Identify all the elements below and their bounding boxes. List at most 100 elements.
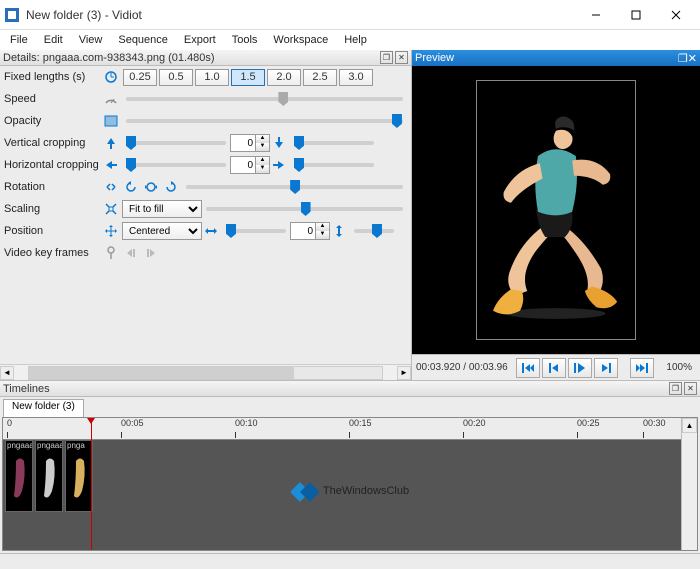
rotate-180-icon[interactable]: [142, 178, 160, 196]
rotate-cw-icon[interactable]: [162, 178, 180, 196]
ruler-tick: 0: [7, 418, 12, 428]
menu-export[interactable]: Export: [176, 32, 224, 48]
hcrop-right-icon[interactable]: [270, 156, 288, 174]
runner-image: [476, 93, 636, 327]
hcrop-left-slider[interactable]: [126, 163, 226, 167]
clip[interactable]: pngaaa: [35, 440, 63, 512]
hcrop-label: Horizontal cropping: [4, 159, 102, 171]
play-button[interactable]: [568, 358, 592, 378]
scroll-left-icon[interactable]: ◄: [0, 366, 14, 380]
position-input[interactable]: [291, 223, 315, 239]
playhead[interactable]: [91, 418, 92, 550]
vcrop-top-icon[interactable]: [102, 134, 120, 152]
opacity-label: Opacity: [4, 115, 102, 127]
position-spin[interactable]: ▲▼: [290, 222, 330, 240]
preview-panel: Preview ❐ ✕: [412, 50, 700, 380]
maximize-button[interactable]: [616, 1, 656, 29]
panel-close-icon[interactable]: ✕: [395, 51, 408, 64]
vcrop-bottom-slider[interactable]: [294, 141, 374, 145]
scroll-right-icon[interactable]: ►: [397, 366, 411, 380]
keyframe-next-icon[interactable]: [142, 244, 160, 262]
opacity-slider[interactable]: [126, 119, 403, 123]
ruler-tick: 00:05: [121, 418, 144, 428]
row-scaling: Scaling Fit to fill: [0, 198, 411, 220]
speed-slider[interactable]: [126, 97, 403, 101]
ruler-tick: 00:15: [349, 418, 372, 428]
rotate-ccw-icon[interactable]: [122, 178, 140, 196]
timelines-close-icon[interactable]: ✕: [684, 382, 697, 395]
panel-restore-icon[interactable]: ❐: [380, 51, 393, 64]
vcrop-bottom-icon[interactable]: [270, 134, 288, 152]
opacity-icon[interactable]: [102, 112, 120, 130]
close-button[interactable]: [656, 1, 696, 29]
rotate-reset-icon[interactable]: [102, 178, 120, 196]
position-select[interactable]: Centered: [122, 222, 202, 240]
scaling-select[interactable]: Fit to fill: [122, 200, 202, 218]
preview-close-icon[interactable]: ✕: [688, 52, 697, 65]
row-keyframes: Video key frames: [0, 242, 411, 264]
vcrop-spin[interactable]: ▲▼: [230, 134, 270, 152]
details-hscroll[interactable]: ◄ ►: [0, 364, 411, 380]
scaling-label: Scaling: [4, 203, 102, 215]
menu-sequence[interactable]: Sequence: [110, 32, 176, 48]
position-v-slider[interactable]: [354, 229, 394, 233]
preview-header-label: Preview: [415, 52, 454, 64]
key-icon[interactable]: [102, 244, 120, 262]
speedometer-icon[interactable]: [102, 90, 120, 108]
hcrop-spin[interactable]: ▲▼: [230, 156, 270, 174]
timelines-header-label: Timelines: [3, 383, 50, 395]
timeline-tab[interactable]: New folder (3): [3, 399, 84, 417]
row-speed: Speed: [0, 88, 411, 110]
hcrop-input[interactable]: [231, 157, 255, 173]
hcrop-left-icon[interactable]: [102, 156, 120, 174]
clip[interactable]: pngaaa: [5, 440, 33, 512]
clock-icon[interactable]: [102, 68, 120, 86]
timelines-restore-icon[interactable]: ❐: [669, 382, 682, 395]
vcrop-top-slider[interactable]: [126, 141, 226, 145]
length-2.5[interactable]: 2.5: [303, 69, 337, 86]
length-1.5[interactable]: 1.5: [231, 69, 265, 86]
watermark: TheWindowsClub: [291, 477, 409, 505]
preview-header: Preview ❐ ✕: [412, 50, 700, 66]
position-label: Position: [4, 225, 102, 237]
scaling-icon[interactable]: [102, 200, 120, 218]
keyframe-prev-icon[interactable]: [122, 244, 140, 262]
timeline-clips: pngaaapngaaapnga: [5, 440, 93, 512]
menu-file[interactable]: File: [2, 32, 36, 48]
length-1.0[interactable]: 1.0: [195, 69, 229, 86]
pos-v-icon[interactable]: [330, 222, 348, 240]
row-opacity: Opacity: [0, 110, 411, 132]
timeline-body[interactable]: 000:0500:1000:1500:2000:2500:30 pngaaapn…: [2, 417, 698, 551]
position-h-slider[interactable]: [226, 229, 286, 233]
vcrop-input[interactable]: [231, 135, 255, 151]
length-3.0[interactable]: 3.0: [339, 69, 373, 86]
length-0.25[interactable]: 0.25: [123, 69, 157, 86]
menu-view[interactable]: View: [71, 32, 111, 48]
minimize-button[interactable]: [576, 1, 616, 29]
clip[interactable]: pnga: [65, 440, 93, 512]
menu-help[interactable]: Help: [336, 32, 375, 48]
scaling-slider[interactable]: [206, 207, 403, 211]
menu-tools[interactable]: Tools: [224, 32, 266, 48]
timeline-vscroll[interactable]: ▲: [681, 418, 697, 550]
prev-frame-button[interactable]: [542, 358, 566, 378]
scroll-up-icon[interactable]: ▲: [682, 418, 697, 433]
row-rotation: Rotation: [0, 176, 411, 198]
speed-label: Speed: [4, 93, 102, 105]
rotation-slider[interactable]: [186, 185, 403, 189]
next-frame-button[interactable]: [594, 358, 618, 378]
hcrop-right-slider[interactable]: [294, 163, 374, 167]
move-icon[interactable]: [102, 222, 120, 240]
length-2.0[interactable]: 2.0: [267, 69, 301, 86]
timeline-ruler[interactable]: 000:0500:1000:1500:2000:2500:30: [3, 418, 697, 440]
details-header: Details: pngaaa.com-938343.png (01.480s)…: [0, 50, 411, 66]
menu-edit[interactable]: Edit: [36, 32, 71, 48]
menu-workspace[interactable]: Workspace: [265, 32, 336, 48]
goto-end-button[interactable]: [630, 358, 654, 378]
goto-start-button[interactable]: [516, 358, 540, 378]
watermark-text: TheWindowsClub: [323, 485, 409, 497]
length-0.5[interactable]: 0.5: [159, 69, 193, 86]
preview-restore-icon[interactable]: ❐: [678, 52, 688, 65]
pos-h-icon[interactable]: [202, 222, 220, 240]
app-icon: [4, 7, 20, 23]
